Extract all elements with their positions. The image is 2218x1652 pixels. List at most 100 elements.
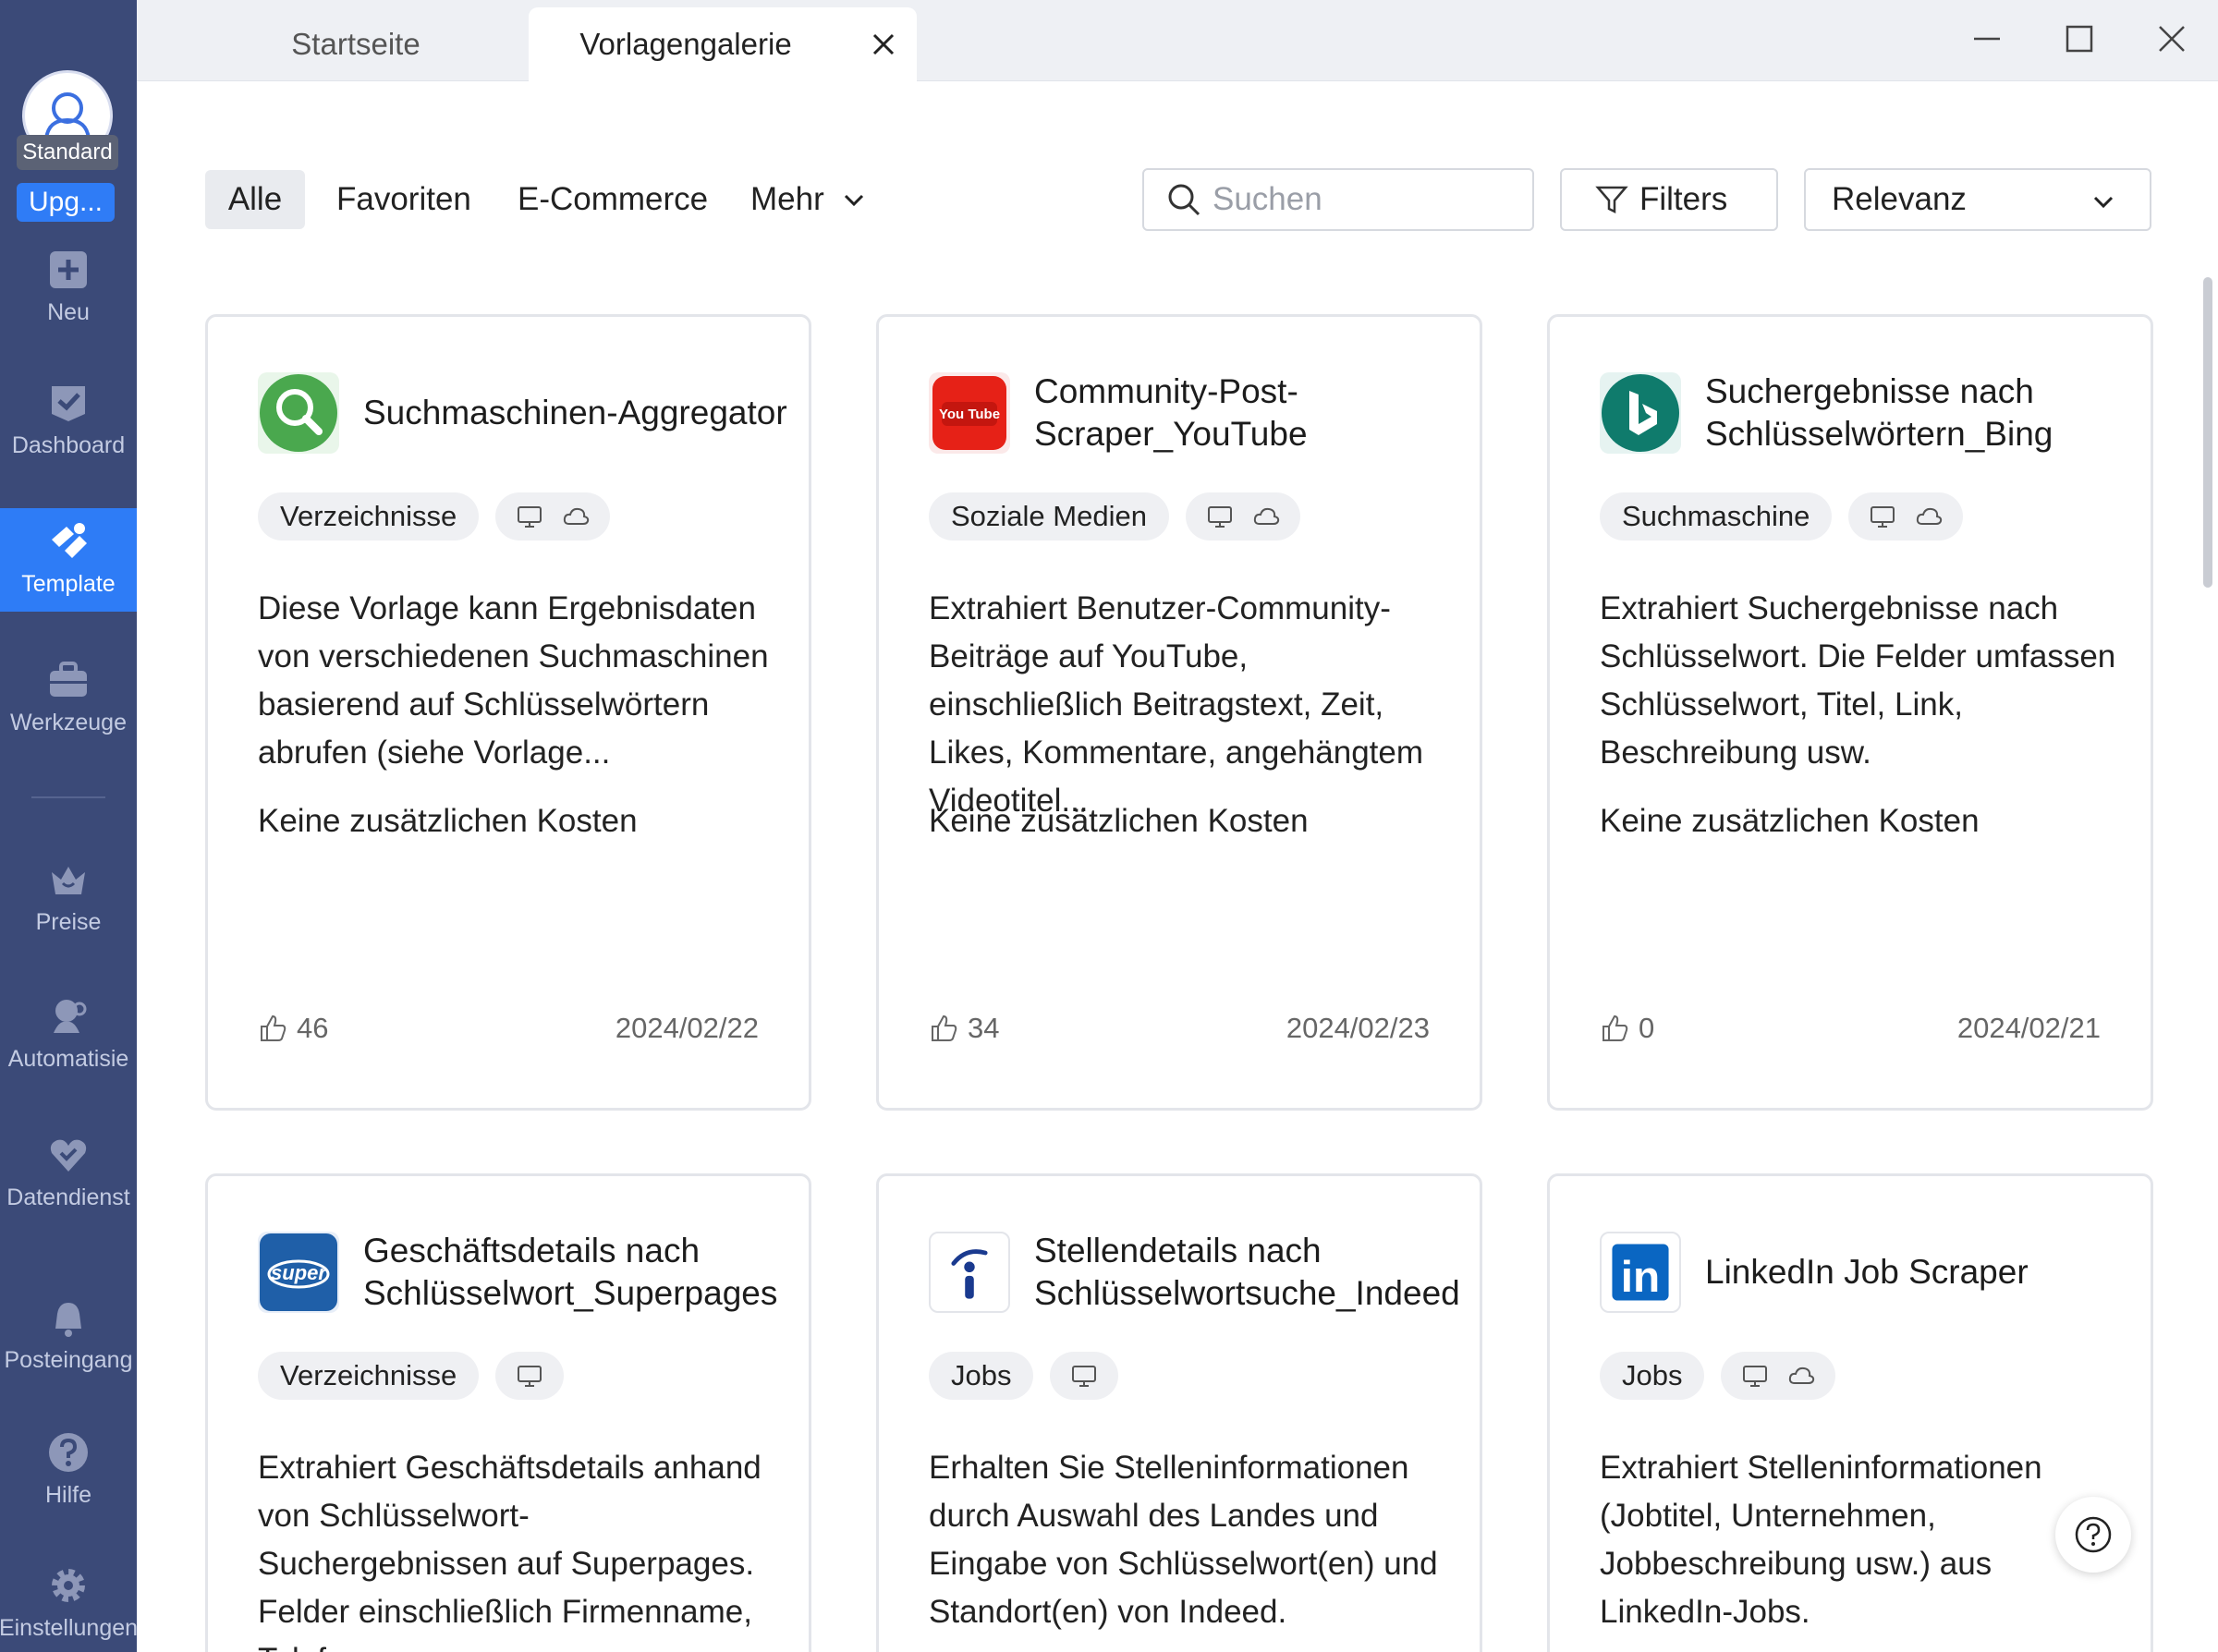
sidebar-item-automation[interactable]: Automatisie	[0, 994, 137, 1073]
tab-label: Startseite	[291, 27, 420, 61]
category-tag: Soziale Medien	[929, 492, 1169, 541]
scrollbar[interactable]	[2203, 277, 2212, 588]
sidebar-item-pricing[interactable]: Preise	[0, 857, 137, 936]
minimize-button[interactable]	[1959, 13, 2015, 65]
run-mode-badges	[495, 1352, 565, 1400]
card-cost: Keine zusätzlichen Kosten	[258, 803, 638, 839]
crown-icon	[52, 867, 85, 894]
sidebar-item-tools[interactable]: Werkzeuge	[0, 658, 137, 736]
sidebar-item-label: Automatisie	[7, 1046, 129, 1072]
thumbs-up-icon	[261, 1014, 286, 1041]
sidebar-item-label: Dashboard	[11, 432, 126, 458]
category-more[interactable]: Mehr	[739, 170, 878, 229]
template-card[interactable]: Stellendetails nach Schlüsselwortsuche_I…	[876, 1173, 1482, 1652]
sidebar-item-label: Neu	[47, 299, 90, 325]
linkedin-logo-icon: in	[1600, 1232, 1681, 1313]
close-icon[interactable]	[871, 31, 896, 57]
template-card[interactable]: Suchergebnisse nach Schlüsselwörtern_Bin…	[1547, 314, 2153, 1111]
sidebar-item-label: Posteingang	[4, 1347, 133, 1373]
card-description: Extrahiert Suchergebnisse nach Schlüssel…	[1600, 590, 2116, 771]
template-card[interactable]: Suchmaschinen-Aggregator Verzeichnisse D…	[205, 314, 811, 1111]
help-button[interactable]	[2055, 1497, 2131, 1573]
template-icon	[52, 523, 87, 558]
upgrade-button[interactable]: Upg...	[17, 183, 115, 222]
toolbox-icon	[50, 662, 87, 697]
run-mode-badges	[1050, 1352, 1119, 1400]
sidebar-item-template[interactable]: Template	[0, 508, 137, 612]
tab-template-gallery[interactable]: Vorlagengalerie	[529, 7, 917, 81]
gear-icon	[52, 1569, 85, 1602]
like-button[interactable]: 34	[929, 1012, 999, 1045]
tab-home[interactable]: Startseite	[176, 7, 536, 81]
card-title: Suchergebnisse nach Schlüsselwörtern_Bin…	[1705, 372, 2053, 453]
like-button[interactable]: 0	[1600, 1012, 1654, 1045]
category-tag: Verzeichnisse	[258, 1352, 480, 1400]
youtube-logo-icon: You Tube	[929, 372, 1010, 454]
maximize-icon	[2066, 25, 2093, 53]
sidebar-item-label: Einstellungen	[0, 1615, 139, 1641]
category-tag: Jobs	[929, 1352, 1034, 1400]
dashboard-icon	[52, 386, 85, 421]
chevron-down-icon	[844, 194, 863, 207]
magnifier-logo-icon	[258, 372, 339, 454]
chevron-down-icon	[2093, 196, 2114, 209]
filters-label: Filters	[1639, 181, 1728, 217]
card-date: 2024/02/22	[615, 1012, 759, 1044]
like-count: 0	[1639, 1012, 1655, 1044]
heart-check-icon	[50, 1139, 87, 1172]
search-field[interactable]	[1142, 168, 1534, 231]
run-mode-badges	[495, 492, 611, 541]
like-button[interactable]: 46	[258, 1012, 328, 1045]
sidebar-item-new[interactable]: Neu	[0, 248, 137, 326]
sidebar-item-inbox[interactable]: Posteingang	[0, 1295, 137, 1374]
search-input[interactable]	[1213, 181, 1517, 218]
category-favorites[interactable]: Favoriten	[325, 170, 482, 229]
card-description: Erhalten Sie Stelleninformationen durch …	[929, 1450, 1438, 1630]
sidebar-divider	[31, 796, 105, 798]
sort-select[interactable]: Relevanz	[1804, 168, 2151, 231]
sidebar-item-label: Datendienst	[6, 1184, 130, 1210]
sidebar-item-data-service[interactable]: Datendienst	[0, 1133, 137, 1211]
category-tag: Suchmaschine	[1600, 492, 1833, 541]
sidebar-item-dashboard[interactable]: Dashboard	[0, 381, 137, 459]
desktop-icon	[518, 1366, 542, 1387]
filters-button[interactable]: Filters	[1560, 168, 1778, 231]
plus-icon	[50, 251, 87, 288]
sidebar-item-help[interactable]: Hilfe	[0, 1430, 137, 1509]
tab-label: Vorlagengalerie	[579, 27, 792, 61]
sidebar-item-label: Preise	[35, 909, 102, 935]
question-icon	[49, 1433, 88, 1472]
robot-icon	[54, 1000, 87, 1033]
card-title: Stellendetails nach Schlüsselwortsuche_I…	[1034, 1232, 1460, 1312]
cloud-icon	[564, 507, 590, 525]
tab-bar: Startseite Vorlagengalerie	[137, 0, 2218, 81]
template-card[interactable]: super Geschäftsdetails nach Schlüsselwor…	[205, 1173, 811, 1652]
thumbs-up-icon	[1603, 1014, 1628, 1041]
run-mode-badges	[1848, 492, 1964, 541]
filter-icon	[1595, 186, 1628, 214]
template-card[interactable]: in LinkedIn Job Scraper Jobs Extrahiert …	[1547, 1173, 2153, 1652]
sidebar: Standard Upg... Neu Dashboard Template W…	[0, 0, 139, 1652]
category-all[interactable]: Alle	[205, 170, 305, 229]
sidebar-item-label: Template	[21, 571, 116, 597]
run-mode-badges	[1721, 1352, 1836, 1400]
cloud-icon	[1789, 1367, 1815, 1384]
close-window-button[interactable]	[2144, 13, 2200, 65]
svg-text:super: super	[271, 1261, 327, 1284]
desktop-icon	[1072, 1366, 1097, 1387]
superpages-logo-icon: super	[258, 1232, 339, 1313]
search-icon	[1168, 184, 1200, 216]
run-mode-badges	[1185, 492, 1300, 541]
card-date: 2024/02/23	[1286, 1012, 1430, 1044]
category-tag: Verzeichnisse	[258, 492, 480, 541]
indeed-logo-icon	[929, 1232, 1010, 1313]
category-ecommerce[interactable]: E-Commerce	[506, 170, 719, 229]
template-card[interactable]: You Tube Community-Post-Scraper_YouTube …	[876, 314, 1482, 1111]
plan-badge: Standard	[17, 135, 118, 170]
svg-text:You Tube: You Tube	[939, 407, 1000, 422]
maximize-button[interactable]	[2052, 13, 2107, 65]
sidebar-item-settings[interactable]: Einstellungen	[0, 1563, 139, 1642]
card-title: Geschäftsdetails nach Schlüsselwort_Supe…	[363, 1232, 778, 1312]
thumbs-up-icon	[932, 1014, 957, 1041]
svg-text:in: in	[1621, 1253, 1660, 1302]
